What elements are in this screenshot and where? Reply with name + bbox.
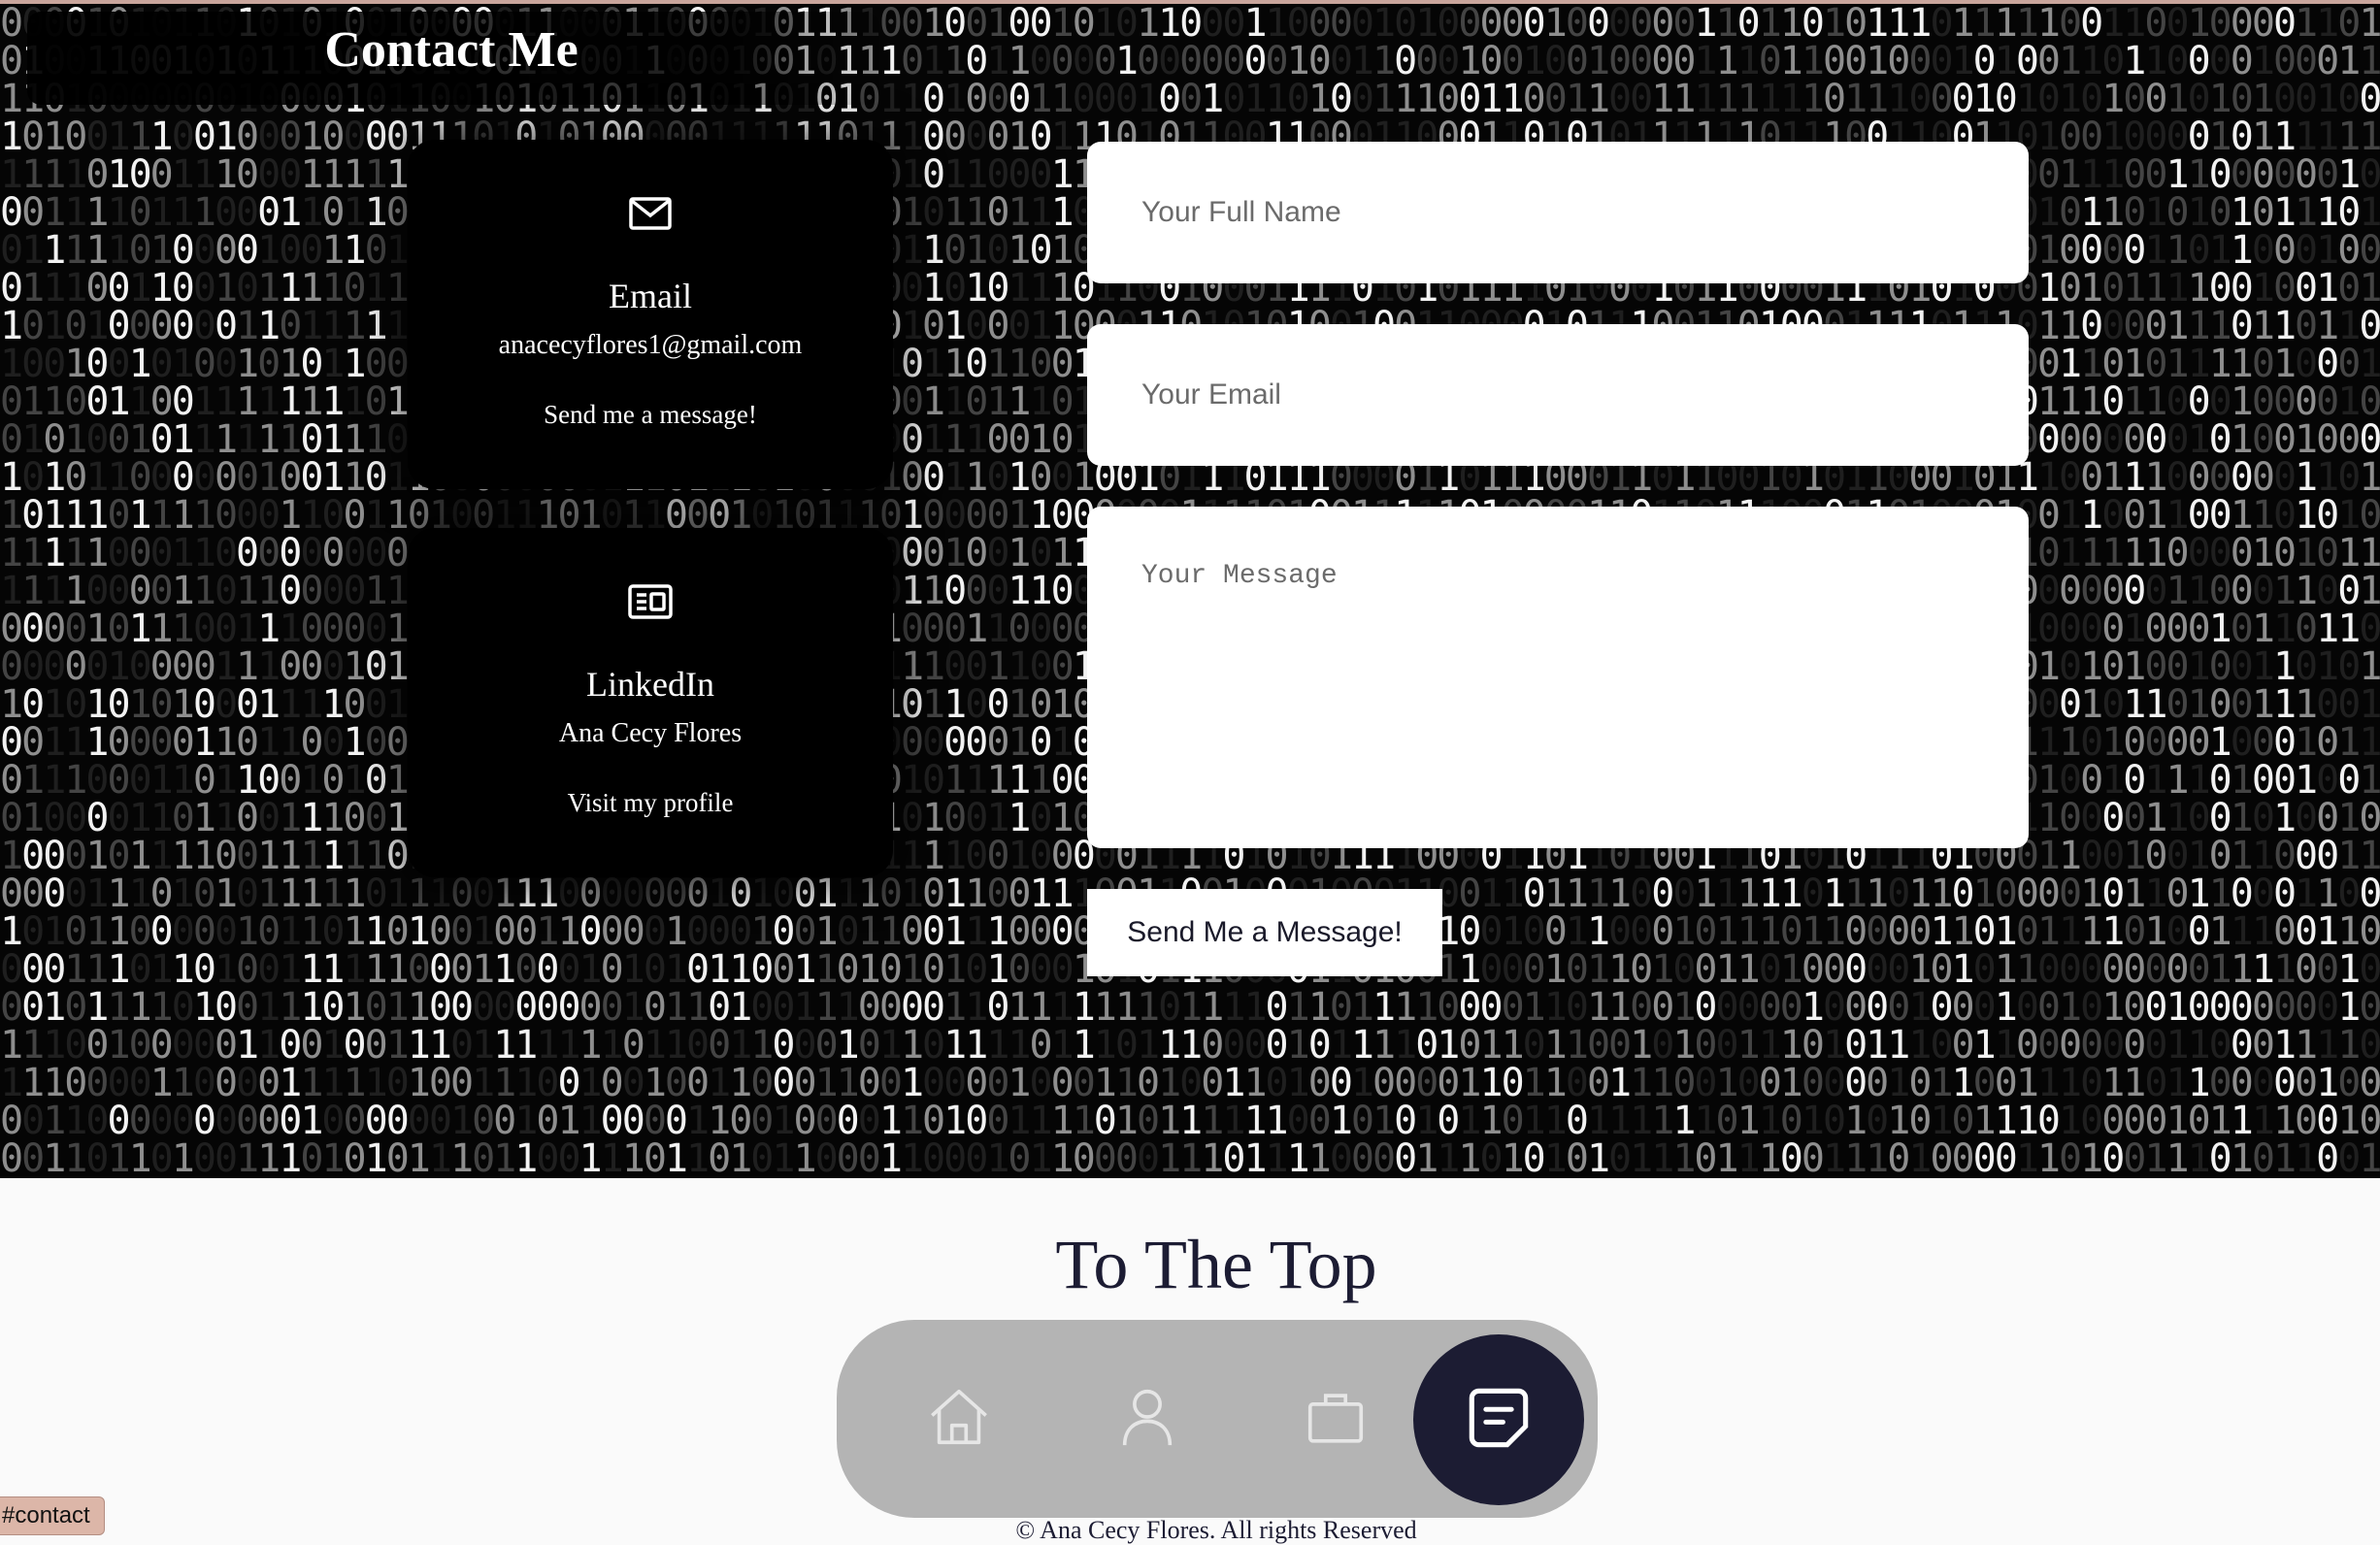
- nav-about[interactable]: [1087, 1359, 1207, 1479]
- to-the-top-link[interactable]: To The Top: [0, 1225, 2380, 1305]
- home-icon: [925, 1383, 993, 1456]
- send-message-link[interactable]: Send me a message!: [408, 400, 893, 430]
- binary-row: 0011000000000010000001001011000011001000…: [0, 1101, 2380, 1140]
- user-icon: [1113, 1383, 1181, 1456]
- binary-row: 0011011010011101010111011001110110101100…: [0, 1139, 2380, 1178]
- envelope-icon: [627, 190, 674, 237]
- linkedin-newspaper-icon: [627, 578, 674, 625]
- visit-profile-link[interactable]: Visit my profile: [408, 788, 893, 818]
- status-bar-url: #contact: [0, 1496, 105, 1535]
- binary-row: 0010111101001110101100000000010110100111…: [0, 988, 2380, 1027]
- nav-contact[interactable]: [1413, 1334, 1584, 1505]
- email-address: anacecyflores1@gmail.com: [408, 330, 893, 361]
- nav-home[interactable]: [899, 1359, 1019, 1479]
- section-title: Contact Me: [0, 21, 903, 79]
- linkedin-card: LinkedIn Ana Cecy Flores Visit my profil…: [408, 528, 893, 877]
- email-card: Email anacecyflores1@gmail.com Send me a…: [408, 140, 893, 489]
- linkedin-name: Ana Cecy Flores: [408, 718, 893, 749]
- binary-row: 1110000110000111110100111001001001100011…: [0, 1064, 2380, 1102]
- binary-row: 1110010000011001001110111111101100110001…: [0, 1026, 2380, 1065]
- contact-section: 0000101011010101001000001100011000010111…: [0, 4, 2380, 1178]
- bottom-nav: [837, 1320, 1598, 1518]
- linkedin-card-title: LinkedIn: [408, 664, 893, 705]
- message-textarea[interactable]: [1087, 507, 2029, 848]
- briefcase-icon: [1302, 1383, 1370, 1456]
- email-input[interactable]: [1087, 324, 2029, 466]
- email-card-title: Email: [408, 276, 893, 316]
- full-name-input[interactable]: [1087, 142, 2029, 283]
- message-icon: [1465, 1384, 1533, 1457]
- copyright-text: © Ana Cecy Flores. All rights Reserved: [0, 1516, 2380, 1545]
- send-message-button[interactable]: Send Me a Message!: [1087, 889, 1442, 976]
- nav-work[interactable]: [1275, 1359, 1396, 1479]
